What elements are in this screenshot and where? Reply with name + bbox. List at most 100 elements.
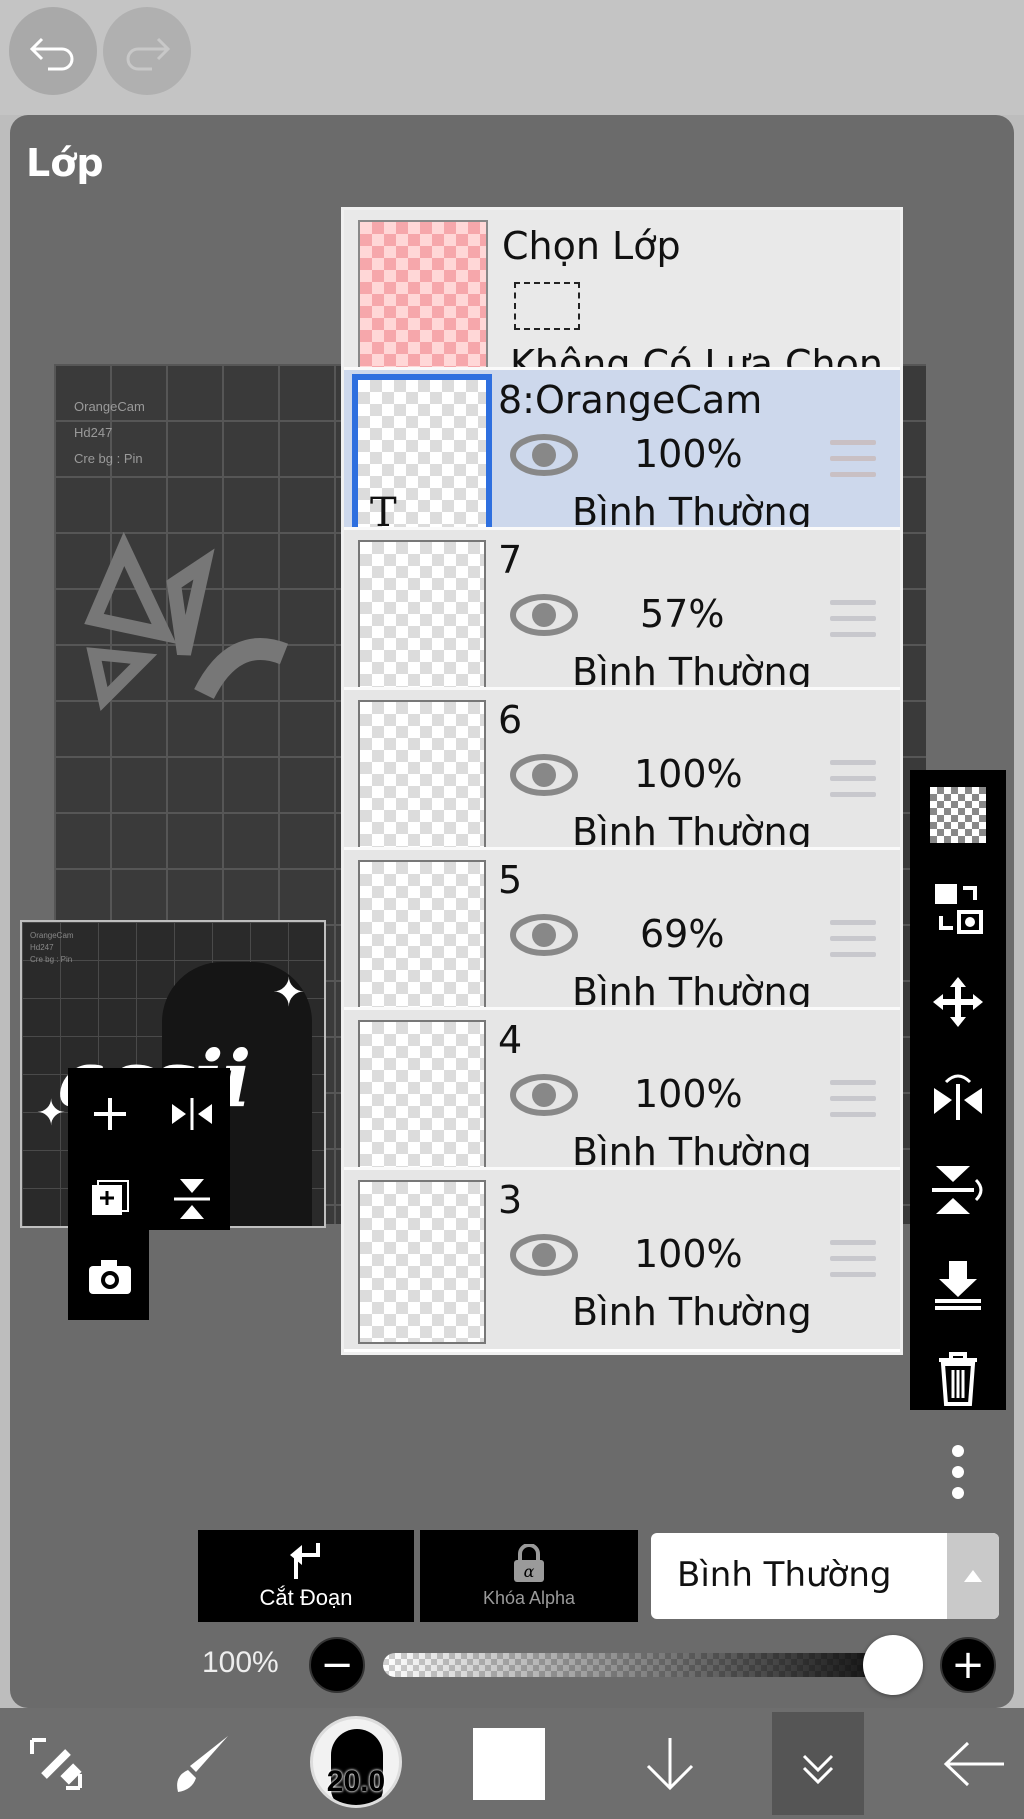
flip-horizontal-icon <box>172 1098 212 1130</box>
drag-handle-icon[interactable] <box>830 1240 876 1280</box>
top-bar <box>0 0 1024 115</box>
undo-icon <box>29 37 74 71</box>
clipping-label: Cắt Đoạn <box>259 1585 353 1610</box>
minus-icon: − <box>320 1642 354 1688</box>
opacity-decrease-button[interactable]: − <box>309 1637 365 1693</box>
opacity-label: 100% <box>202 1646 279 1679</box>
add-layer-copy-icon <box>92 1180 129 1215</box>
layer-list: Chọn Lớp Không Có Lựa Chọn T 8:OrangeCam… <box>341 207 903 1355</box>
layer-name: 7 <box>498 538 523 582</box>
flip-vertical-button[interactable] <box>910 1150 1006 1230</box>
layer-thumbnail <box>358 1020 486 1184</box>
undo-button[interactable] <box>9 7 97 95</box>
opacity-slider[interactable] <box>383 1653 923 1677</box>
drag-handle-icon[interactable] <box>830 600 876 640</box>
flip-layer-vertical-button[interactable] <box>146 1153 238 1245</box>
camera-icon <box>89 1260 131 1294</box>
layer-convert-icon <box>935 884 983 934</box>
layer-thumbnail <box>358 1180 486 1344</box>
layer-name: 3 <box>498 1178 523 1222</box>
layer-row[interactable]: 6 100% Bình Thường <box>344 687 900 869</box>
layer-name: 4 <box>498 1018 523 1062</box>
transform-button[interactable] <box>14 1708 98 1819</box>
camera-button[interactable] <box>64 1230 156 1322</box>
transparency-button[interactable] <box>910 775 1006 855</box>
alpha-lock-label: Khóa Alpha <box>482 1587 576 1608</box>
layer-opacity: 100% <box>634 1072 743 1116</box>
brush-size-value: 20.0 <box>326 1765 386 1798</box>
layer-row[interactable]: 4 100% Bình Thường <box>344 1007 900 1189</box>
eye-icon[interactable] <box>510 1072 578 1118</box>
add-layer-icon <box>94 1098 126 1130</box>
blend-mode-select[interactable]: Bình Thường <box>651 1533 999 1619</box>
drag-handle-icon[interactable] <box>830 920 876 960</box>
color-button[interactable] <box>473 1728 545 1800</box>
transparency-icon <box>930 787 986 843</box>
layer-thumbnail <box>358 860 486 1024</box>
back-button[interactable] <box>932 1708 1016 1819</box>
layer-opacity: 57% <box>640 592 725 636</box>
lock-icon: α <box>514 1543 544 1582</box>
layer-row[interactable]: 5 69% Bình Thường <box>344 847 900 1029</box>
selection-marquee-icon <box>514 282 580 330</box>
brush-tool-button[interactable] <box>160 1708 244 1819</box>
layer-opacity: 69% <box>640 912 725 956</box>
brush-icon <box>177 1735 228 1792</box>
flip-horizontal-icon <box>934 1074 982 1120</box>
panel-title: Lớp <box>26 141 104 185</box>
move-button[interactable] <box>910 962 1006 1042</box>
layer-opacity: 100% <box>634 752 743 796</box>
add-layer-button[interactable] <box>64 1068 156 1160</box>
merge-down-button[interactable] <box>910 1244 1006 1324</box>
flip-layer-horizontal-button[interactable] <box>146 1068 238 1160</box>
more-options-button[interactable] <box>910 1432 1006 1512</box>
flip-horizontal-button[interactable] <box>910 1056 1006 1136</box>
alpha-lock-button[interactable]: α Khóa Alpha <box>420 1530 638 1622</box>
layer-name: 6 <box>498 698 523 742</box>
selection-layer-title: Chọn Lớp <box>502 224 681 268</box>
chevron-up-icon[interactable] <box>947 1533 999 1619</box>
layer-down-button[interactable] <box>628 1708 712 1819</box>
eye-icon[interactable] <box>510 752 578 798</box>
layer-blend-mode: Bình Thường <box>572 1290 812 1334</box>
clipping-button[interactable]: Cắt Đoạn <box>198 1530 414 1622</box>
layer-name: 8:OrangeCam <box>498 378 763 422</box>
arrow-down-icon <box>646 1737 694 1790</box>
more-icon <box>952 1445 964 1499</box>
move-icon <box>933 977 983 1027</box>
layer-row[interactable]: 3 100% Bình Thường <box>344 1167 900 1349</box>
eye-icon[interactable] <box>510 592 578 638</box>
drag-handle-icon[interactable] <box>830 760 876 800</box>
layer-panel: Lớp OrangeCam Hd247 Cre bg : Pin OrangeC… <box>10 115 1014 1708</box>
panel-toggle-button[interactable] <box>772 1712 864 1815</box>
trash-icon <box>939 1352 977 1406</box>
sparkle-icon: ✦ <box>36 1092 67 1133</box>
redo-button[interactable] <box>103 7 191 95</box>
back-icon <box>943 1741 1004 1786</box>
delete-layer-button[interactable] <box>910 1338 1006 1418</box>
layer-opacity: 100% <box>634 432 743 476</box>
merge-down-icon <box>935 1261 981 1310</box>
flip-vertical-icon <box>932 1166 983 1214</box>
flip-vertical-icon <box>174 1179 210 1219</box>
layer-thumbnail <box>358 540 486 704</box>
blend-mode-value: Bình Thường <box>677 1555 892 1595</box>
opacity-slider-knob[interactable] <box>863 1635 923 1695</box>
layer-row[interactable]: 7 57% Bình Thường <box>344 527 900 709</box>
eye-icon[interactable] <box>510 1232 578 1278</box>
selection-layer-thumbnail <box>358 220 488 386</box>
layer-row[interactable]: T 8:OrangeCam 100% Bình Thường <box>344 367 900 549</box>
svg-text:α: α <box>524 1562 535 1581</box>
drag-handle-icon[interactable] <box>830 1080 876 1120</box>
layer-opacity: 100% <box>634 1232 743 1276</box>
layer-convert-button[interactable] <box>910 868 1006 948</box>
brush-size-button[interactable]: 20.0 <box>310 1716 402 1808</box>
eye-icon[interactable] <box>510 912 578 958</box>
layer-name: 5 <box>498 858 523 902</box>
redo-icon <box>126 37 171 71</box>
opacity-increase-button[interactable]: + <box>940 1637 996 1693</box>
clipping-icon <box>290 1543 320 1579</box>
layer-thumbnail: T <box>352 374 492 548</box>
eye-icon[interactable] <box>510 432 578 478</box>
drag-handle-icon[interactable] <box>830 440 876 480</box>
